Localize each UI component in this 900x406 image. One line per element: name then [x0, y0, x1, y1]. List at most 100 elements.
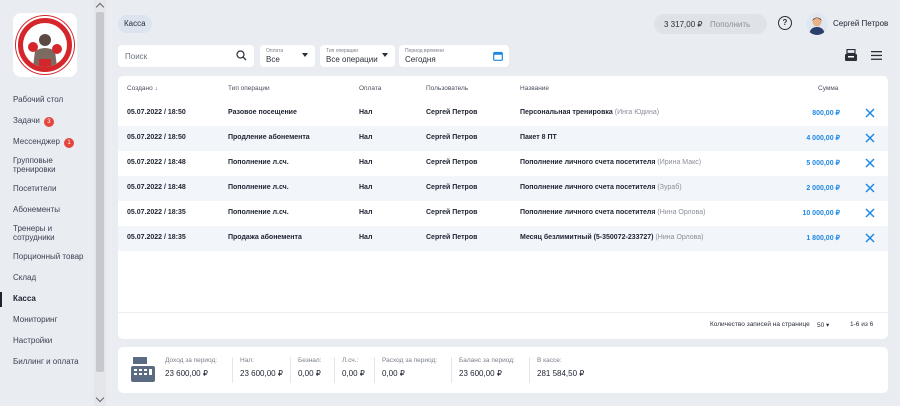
stat-value: 23 600,00 ₽ [240, 369, 283, 378]
sidebar-item-label: Настройки [13, 336, 53, 346]
cell-name-title: Пополнение личного счета посетителя [520, 209, 656, 216]
table-row[interactable]: 05.07.2022 / 18:48 Пополнение л.сч. Нал … [118, 176, 888, 201]
sidebar-item-settings[interactable]: Настройки [0, 331, 94, 352]
cash-register-icon[interactable] [844, 49, 858, 62]
table-row[interactable]: 05.07.2022 / 18:35 Пополнение л.сч. Нал … [118, 201, 888, 226]
delete-icon[interactable] [865, 133, 875, 143]
cell-name: Пополнение личного счета посетителя (Нин… [520, 209, 705, 216]
cell-payment: Нал [359, 234, 373, 241]
scroll-up-icon[interactable] [95, 2, 105, 12]
sidebar-item-billing[interactable]: Биллинг и оплата [0, 352, 94, 373]
delete-icon[interactable] [865, 208, 875, 218]
breadcrumb: Касса [118, 15, 152, 33]
cell-name: Месяц безлимитный (5-350072-233727) (Нин… [520, 234, 704, 241]
menu-icon[interactable] [871, 51, 882, 60]
balance-amount: 3 317,00 ₽ [664, 19, 703, 29]
chevron-down-icon: ▾ [826, 322, 830, 329]
sidebar-item-subscriptions[interactable]: Абонементы [0, 200, 94, 221]
table-row[interactable]: 05.07.2022 / 18:50 Разовое посещение Нал… [118, 101, 888, 126]
sidebar-item-portion-goods[interactable]: Порционный товар [0, 247, 94, 268]
stat-value: 0,00 ₽ [298, 369, 321, 378]
cell-created: 05.07.2022 / 18:48 [127, 159, 186, 166]
cell-name: Персональная тренировка (Инга Юдина) [520, 109, 659, 116]
table-row[interactable]: 05.07.2022 / 18:48 Пополнение л.сч. Нал … [118, 151, 888, 176]
sidebar-item-warehouse[interactable]: Склад [0, 268, 94, 289]
col-name: Название [520, 85, 550, 92]
cell-payment: Нал [359, 134, 373, 141]
stat-label: Безнал: [298, 357, 322, 364]
sidebar-nav: Рабочий стол Задачи 3 Мессенджер 1 Группов… [0, 90, 94, 373]
search-input[interactable]: Поиск [118, 45, 254, 67]
calendar-icon[interactable] [493, 51, 503, 61]
delete-icon[interactable] [865, 108, 875, 118]
sidebar-item-tasks[interactable]: Задачи 3 [0, 111, 94, 132]
sidebar-item-trainers[interactable]: Тренеры и сотрудники [0, 221, 94, 247]
search-icon[interactable] [236, 50, 247, 61]
page-size-select[interactable]: 50 ▾ [817, 321, 829, 329]
sidebar-item-label: Задачи [13, 116, 40, 126]
cell-name-client: (Ирина Макс) [657, 159, 702, 166]
delete-icon[interactable] [865, 158, 875, 168]
help-icon[interactable]: ? [778, 16, 792, 30]
operations-table: Создано ↓ Тип операции Оплата Пользовате… [118, 76, 888, 339]
col-payment: Оплата [359, 85, 382, 92]
period-summary: Доход за период: 23 600,00 ₽ Нал: 23 600… [118, 347, 888, 393]
cell-name-title: Персональная тренировка [520, 109, 613, 116]
sidebar-item-messenger[interactable]: Мессенджер 1 [0, 132, 94, 153]
sidebar-item-visitors[interactable]: Посетители [0, 179, 94, 200]
scroll-down-icon[interactable] [95, 393, 105, 403]
stat-value: 0,00 ₽ [342, 369, 365, 378]
club-logo[interactable] [13, 13, 77, 77]
cell-amount: 2 000,00 ₽ [806, 185, 840, 192]
period-select[interactable]: Период времени Сегодня [399, 45, 509, 67]
sidebar-item-group-trainings[interactable]: Групповые тренировки [0, 153, 94, 179]
period-value: Сегодня [405, 55, 436, 64]
cell-payment: Нал [359, 209, 373, 216]
stat-label: Л.сч.: [342, 357, 359, 364]
avatar[interactable] [806, 13, 828, 35]
page-size-value: 50 [817, 322, 825, 329]
col-operation-type: Тип операции [228, 85, 270, 92]
scrollbar-thumb[interactable] [96, 12, 104, 372]
cell-operation-type: Пополнение л.сч. [228, 159, 289, 166]
cell-amount: 10 000,00 ₽ [802, 210, 840, 217]
operation-type-select[interactable]: Тип операции Все операции [320, 45, 395, 67]
col-amount: Сумма [818, 85, 839, 92]
table-row[interactable]: 05.07.2022 / 18:50 Продление абонемента … [118, 126, 888, 151]
sidebar-item-label: Касса [13, 294, 36, 304]
payment-select[interactable]: Оплата Все [260, 45, 315, 67]
cell-name-client: (Зураб) [657, 184, 682, 191]
cell-payment: Нал [359, 184, 373, 191]
col-user: Пользователь [426, 85, 469, 92]
stat-cash: Нал: 23 600,00 ₽ [232, 357, 283, 383]
operation-type-value: Все операции [326, 55, 378, 64]
stat-label: Доход за период: [165, 357, 218, 364]
stat-value: 23 600,00 ₽ [165, 369, 208, 378]
user-name[interactable]: Сергей Петров [833, 19, 888, 28]
stat-label: Нал: [240, 357, 254, 364]
sidebar-item-cashbox[interactable]: Касса [0, 289, 94, 310]
cell-amount: 5 000,00 ₽ [806, 160, 840, 167]
col-created[interactable]: Создано ↓ [127, 85, 158, 92]
sidebar-item-label: Групповые тренировки [13, 156, 56, 174]
sidebar-scrollbar[interactable] [94, 0, 106, 406]
cell-operation-type: Продление абонемента [228, 134, 310, 141]
stat-label: Баланс за период: [459, 357, 515, 364]
stat-value: 0,00 ₽ [382, 369, 405, 378]
stat-expense: Расход за период: 0,00 ₽ [374, 357, 437, 383]
delete-icon[interactable] [865, 183, 875, 193]
cell-name-title: Пакет 8 ПТ [520, 134, 557, 141]
stat-label: Расход за период: [382, 357, 438, 364]
table-row[interactable]: 05.07.2022 / 18:35 Продажа абонемента На… [118, 226, 888, 251]
stat-cashless: Безнал: 0,00 ₽ [290, 357, 322, 383]
sidebar-item-desktop[interactable]: Рабочий стол [0, 90, 94, 111]
topup-button[interactable]: Пополнить [710, 20, 750, 29]
delete-icon[interactable] [865, 233, 875, 243]
cell-operation-type: Разовое посещение [228, 109, 297, 116]
cell-user: Сергей Петров [426, 134, 478, 141]
logo-circle [16, 16, 74, 74]
sidebar-item-monitoring[interactable]: Мониторинг [0, 310, 94, 331]
sidebar-item-label: Посетители [13, 184, 57, 194]
cell-user: Сергей Петров [426, 209, 478, 216]
cell-created: 05.07.2022 / 18:35 [127, 234, 186, 241]
